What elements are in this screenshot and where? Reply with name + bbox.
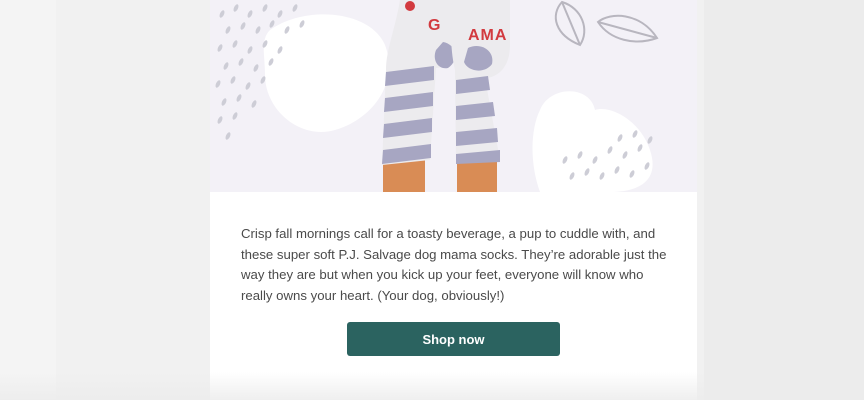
leaf-doodles (554, 0, 659, 47)
paw-print-icon (405, 1, 415, 11)
product-description: Crisp fall mornings call for a toasty be… (241, 226, 667, 303)
sock-left-letter: G (428, 17, 440, 34)
right-gutter (704, 0, 864, 400)
email-card: G AMA Crisp fall mornings call for a toa… (210, 0, 697, 400)
shop-now-button[interactable]: Shop now (347, 322, 560, 356)
background-blob (532, 91, 653, 192)
hero-image[interactable]: G AMA (210, 0, 697, 192)
left-sock: G (382, 0, 459, 165)
dog-mama-socks-illustration: G AMA (215, 0, 659, 192)
left-gutter (0, 0, 56, 400)
right-sock: AMA (450, 0, 510, 164)
sock-right-letters: AMA (468, 27, 507, 44)
background-blob (263, 14, 389, 132)
